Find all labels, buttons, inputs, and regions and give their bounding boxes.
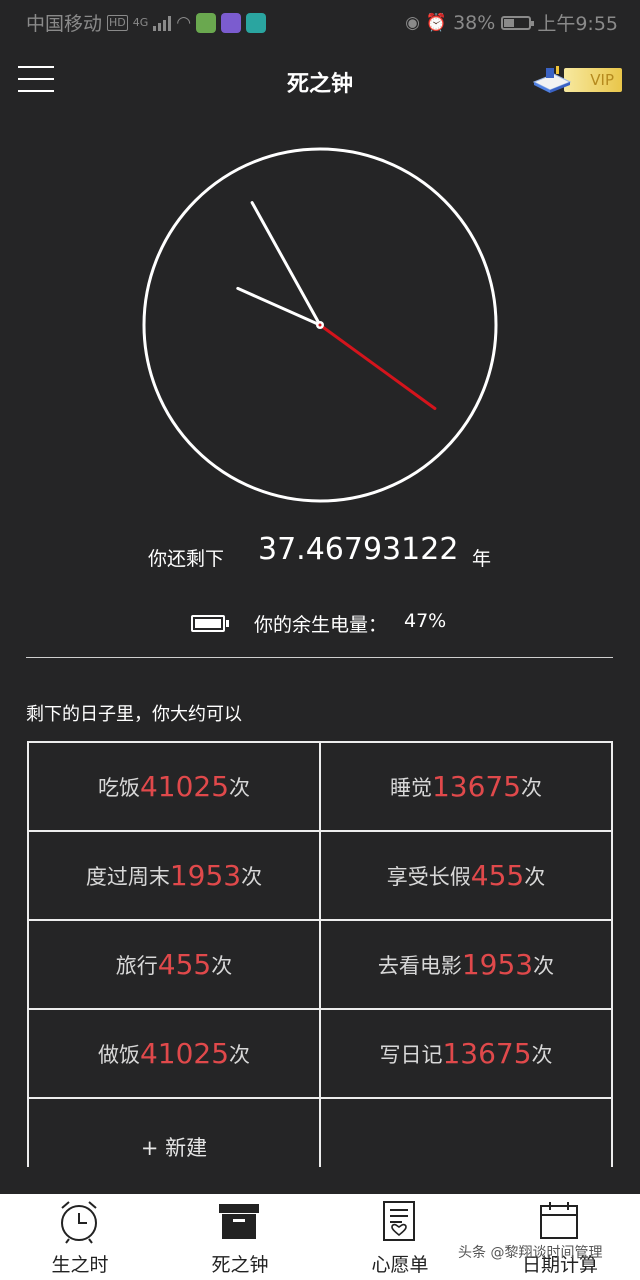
activity-cell[interactable]: 写日记 13675 次 [319, 1010, 613, 1099]
carrier-label: 中国移动 [26, 13, 103, 35]
life-power-label: 你的余生电量： [254, 614, 388, 636]
activity-cell[interactable]: 吃饭 41025 次 [27, 743, 319, 832]
bottom-nav: 生之时 死之钟 心愿单 日期计算 [0, 1194, 640, 1280]
remaining-value: 37.46793122 [258, 532, 459, 567]
alarm-icon: ⏰ [425, 12, 448, 33]
death-clock [142, 147, 498, 503]
activity-suffix: 次 [524, 864, 546, 889]
text-app-icon [221, 12, 242, 33]
activity-count: 455 [157, 948, 212, 981]
remaining-prefix: 你还剩下 [148, 548, 225, 570]
activity-count: 13675 [442, 1037, 532, 1070]
remaining-years: 你还剩下 37.46793122 年 [0, 530, 640, 574]
activity-cell[interactable]: 旅行 455 次 [27, 921, 319, 1010]
nav-item-wishlist[interactable]: 心愿单 [320, 1194, 480, 1280]
nav-label: 死之钟 [211, 1254, 269, 1276]
activity-count: 13675 [431, 770, 522, 803]
activity-cell[interactable]: 做饭 41025 次 [27, 1010, 319, 1099]
second-hand [318, 323, 437, 410]
activity-suffix: 次 [229, 1042, 251, 1067]
app-header: 死之钟 VIP [0, 50, 640, 110]
hd-badge: HD [107, 14, 128, 31]
minute-hand [250, 201, 322, 327]
nav-item-life-time[interactable]: 生之时 [0, 1194, 160, 1280]
activity-label: 享受长假 [386, 864, 471, 889]
nav-item-date-calc[interactable]: 日期计算 [480, 1194, 640, 1280]
vip-label: VIP [564, 68, 622, 92]
activity-label: 吃饭 [97, 775, 140, 800]
nav-label: 心愿单 [371, 1254, 429, 1276]
life-power: 你的余生电量： 47% [0, 606, 640, 642]
divider [26, 657, 613, 658]
activity-label: 做饭 [97, 1042, 140, 1067]
activity-cell[interactable]: 去看电影 1953 次 [319, 921, 613, 1010]
activity-cell[interactable]: 度过周末 1953 次 [27, 832, 319, 921]
activity-label: 旅行 [115, 953, 158, 978]
activity-cell[interactable]: 享受长假 455 次 [319, 832, 613, 921]
activity-grid: 吃饭 41025 次 睡觉 13675 次 度过周末 1953 次 享受长假 455 次 旅行 4… [27, 741, 613, 1167]
vip-book-icon [532, 66, 572, 93]
app-notification-icon [196, 12, 217, 33]
status-time: 上午9:55 [537, 13, 618, 35]
activity-label: 度过周末 [85, 864, 170, 889]
activity-count: 1953 [461, 948, 534, 981]
status-bar: 中国移动 HD 4G ◠ ◉ ⏰ 38% 上午9:55 [0, 0, 640, 42]
network-label: 4G [132, 16, 149, 29]
empty-cell [319, 1099, 613, 1167]
battery-icon [501, 15, 535, 30]
wishlist-icon [383, 1201, 415, 1241]
activity-label: 去看电影 [377, 953, 462, 978]
nav-item-death-clock[interactable]: 死之钟 [160, 1194, 320, 1280]
vip-button[interactable]: VIP [530, 62, 622, 98]
battery-percent: 38% [453, 11, 496, 34]
section-title: 剩下的日子里，你大约可以 [26, 704, 242, 725]
activity-suffix: 次 [241, 864, 263, 889]
activity-cell[interactable]: 睡觉 13675 次 [319, 743, 613, 832]
remaining-unit: 年 [472, 548, 492, 570]
activity-suffix: 次 [211, 953, 233, 978]
signal-icon [153, 15, 172, 31]
new-activity-button[interactable]: + 新建 [27, 1099, 319, 1167]
activity-count: 41025 [139, 1037, 230, 1070]
life-power-value: 47% [404, 610, 447, 632]
alarm-clock-icon [61, 1201, 97, 1244]
activity-suffix: 次 [533, 953, 555, 978]
reader-app-icon [246, 12, 267, 33]
activity-suffix: 次 [229, 775, 251, 800]
nav-label: 生之时 [51, 1254, 109, 1276]
hour-hand [236, 286, 322, 327]
activity-label: 睡觉 [389, 775, 432, 800]
calendar-icon [540, 1202, 578, 1239]
activity-count: 1953 [169, 859, 242, 892]
activity-count: 41025 [139, 770, 230, 803]
activity-suffix: 次 [531, 1042, 553, 1067]
wifi-icon: ◠ [176, 12, 192, 33]
watermark: 头条 @黎翔谈时间管理 [458, 1245, 603, 1261]
eye-icon: ◉ [405, 12, 420, 33]
activity-count: 455 [470, 859, 525, 892]
battery-icon [191, 615, 229, 632]
activity-label: 写日记 [379, 1042, 443, 1067]
activity-suffix: 次 [521, 775, 543, 800]
box-icon [219, 1204, 259, 1239]
